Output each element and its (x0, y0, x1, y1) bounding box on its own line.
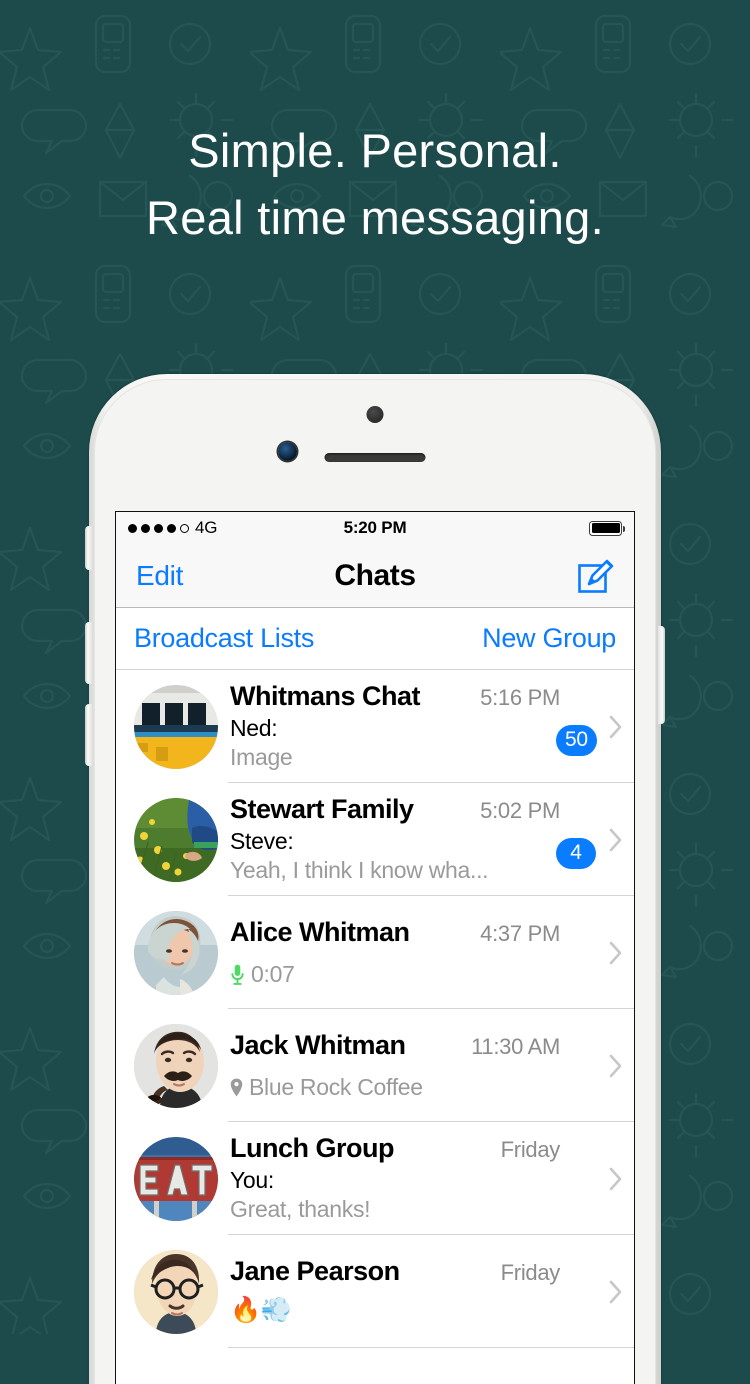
chat-item-body: Lunch Group Friday You: Great, thanks! (218, 1133, 560, 1224)
chat-sender: Ned: (230, 715, 278, 742)
status-bar-clock: 5:20 PM (343, 518, 407, 537)
avatar (134, 684, 218, 769)
chat-name: Whitmans Chat (230, 681, 421, 712)
chat-time: Friday (500, 1260, 561, 1286)
microphone-icon (230, 963, 245, 986)
chat-name: Stewart Family (230, 794, 414, 825)
navigation-bar: Edit Chats (116, 544, 634, 608)
camera-dot-icon (366, 406, 384, 423)
chat-name: Lunch Group (230, 1133, 394, 1164)
chat-preview: Yeah, I think I know wha... (230, 856, 560, 885)
chat-time: 4:37 PM (480, 920, 560, 946)
mute-switch-button[interactable] (85, 526, 92, 570)
chat-preview-text: Image (230, 744, 293, 770)
chat-preview-text: Yeah, I think I know wha... (230, 857, 489, 883)
new-group-button[interactable]: New Group (482, 623, 616, 654)
chat-time: 5:16 PM (480, 685, 560, 711)
chat-time: 11:30 AM (471, 1033, 560, 1059)
chat-time: 5:02 PM (480, 798, 560, 824)
avatar (134, 910, 218, 995)
earpiece-speaker-icon (324, 453, 426, 462)
status-bar: 4G 5:20 PM (116, 512, 634, 544)
chat-preview: 🔥💨 (230, 1295, 560, 1326)
chat-name: Alice Whitman (230, 916, 410, 947)
avatar (134, 1023, 218, 1108)
chat-name: Jack Whitman (230, 1029, 406, 1060)
chat-preview: 0:07 (230, 960, 560, 989)
chat-preview: Great, thanks! (230, 1195, 560, 1224)
chat-preview: Image (230, 743, 560, 772)
chevron-right-icon (609, 941, 622, 965)
avatar (134, 1136, 218, 1221)
chat-item-body: Whitmans Chat 5:16 PM Ned: Image (218, 681, 560, 772)
chat-list-item[interactable]: Jane Pearson Friday 🔥💨 (116, 1235, 634, 1348)
chevron-right-icon (609, 715, 622, 739)
promo-headline: Simple. Personal. Real time messaging. (0, 118, 750, 251)
compose-icon[interactable] (576, 557, 614, 595)
promo-headline-line1: Simple. Personal. (188, 124, 562, 177)
chat-list-item[interactable]: Stewart Family 5:02 PM Steve: Yeah, I th… (116, 783, 634, 896)
chat-list-item[interactable]: Alice Whitman 4:37 PM 0:07 (116, 896, 634, 1009)
promo-headline-line2: Real time messaging. (146, 190, 604, 244)
chevron-right-icon (609, 828, 622, 852)
chevron-right-icon (609, 1054, 622, 1078)
chat-sender: You: (230, 1167, 275, 1194)
chat-preview-text: Great, thanks! (230, 1196, 371, 1222)
chat-name: Jane Pearson (230, 1256, 400, 1287)
chat-list-item[interactable]: Whitmans Chat 5:16 PM Ned: Image 50 (116, 670, 634, 783)
page-title: Chats (334, 558, 416, 592)
volume-up-button[interactable] (85, 622, 92, 684)
chevron-right-icon (609, 1280, 622, 1304)
avatar (134, 797, 218, 882)
chat-preview-text: Blue Rock Coffee (249, 1073, 423, 1100)
chat-list-item[interactable]: Jack Whitman 11:30 AM Blue Rock Coffee (116, 1009, 634, 1122)
unread-badge: 50 (556, 724, 597, 756)
chat-list-item[interactable]: Lunch Group Friday You: Great, thanks! (116, 1122, 634, 1235)
chat-item-body: Jack Whitman 11:30 AM Blue Rock Coffee (218, 1030, 560, 1102)
chat-time: Friday (500, 1137, 561, 1163)
power-button[interactable] (658, 626, 665, 724)
chat-preview: Blue Rock Coffee (230, 1073, 560, 1102)
broadcast-lists-button[interactable]: Broadcast Lists (134, 623, 314, 654)
chat-list: Whitmans Chat 5:16 PM Ned: Image 50 Stew… (116, 670, 634, 1348)
proximity-sensor-icon (278, 442, 297, 461)
chat-sender: Steve: (230, 828, 294, 855)
location-pin-icon (230, 1078, 243, 1097)
volume-down-button[interactable] (85, 704, 92, 766)
phone-screen: 4G 5:20 PM Edit Chats Broadcast Lists Ne… (115, 511, 635, 1384)
chat-preview-text: 0:07 (251, 960, 295, 987)
chat-item-body: Stewart Family 5:02 PM Steve: Yeah, I th… (218, 794, 560, 885)
chevron-right-icon (609, 1167, 622, 1191)
phone-device: 4G 5:20 PM Edit Chats Broadcast Lists Ne… (85, 374, 665, 1384)
chat-item-body: Alice Whitman 4:37 PM 0:07 (218, 917, 560, 989)
chat-item-body: Jane Pearson Friday 🔥💨 (218, 1256, 560, 1326)
chat-preview-text: 🔥💨 (230, 1296, 292, 1325)
avatar (134, 1249, 218, 1334)
battery-full-icon (589, 520, 625, 536)
unread-badge: 4 (556, 837, 596, 869)
list-header-bar: Broadcast Lists New Group (116, 608, 634, 670)
